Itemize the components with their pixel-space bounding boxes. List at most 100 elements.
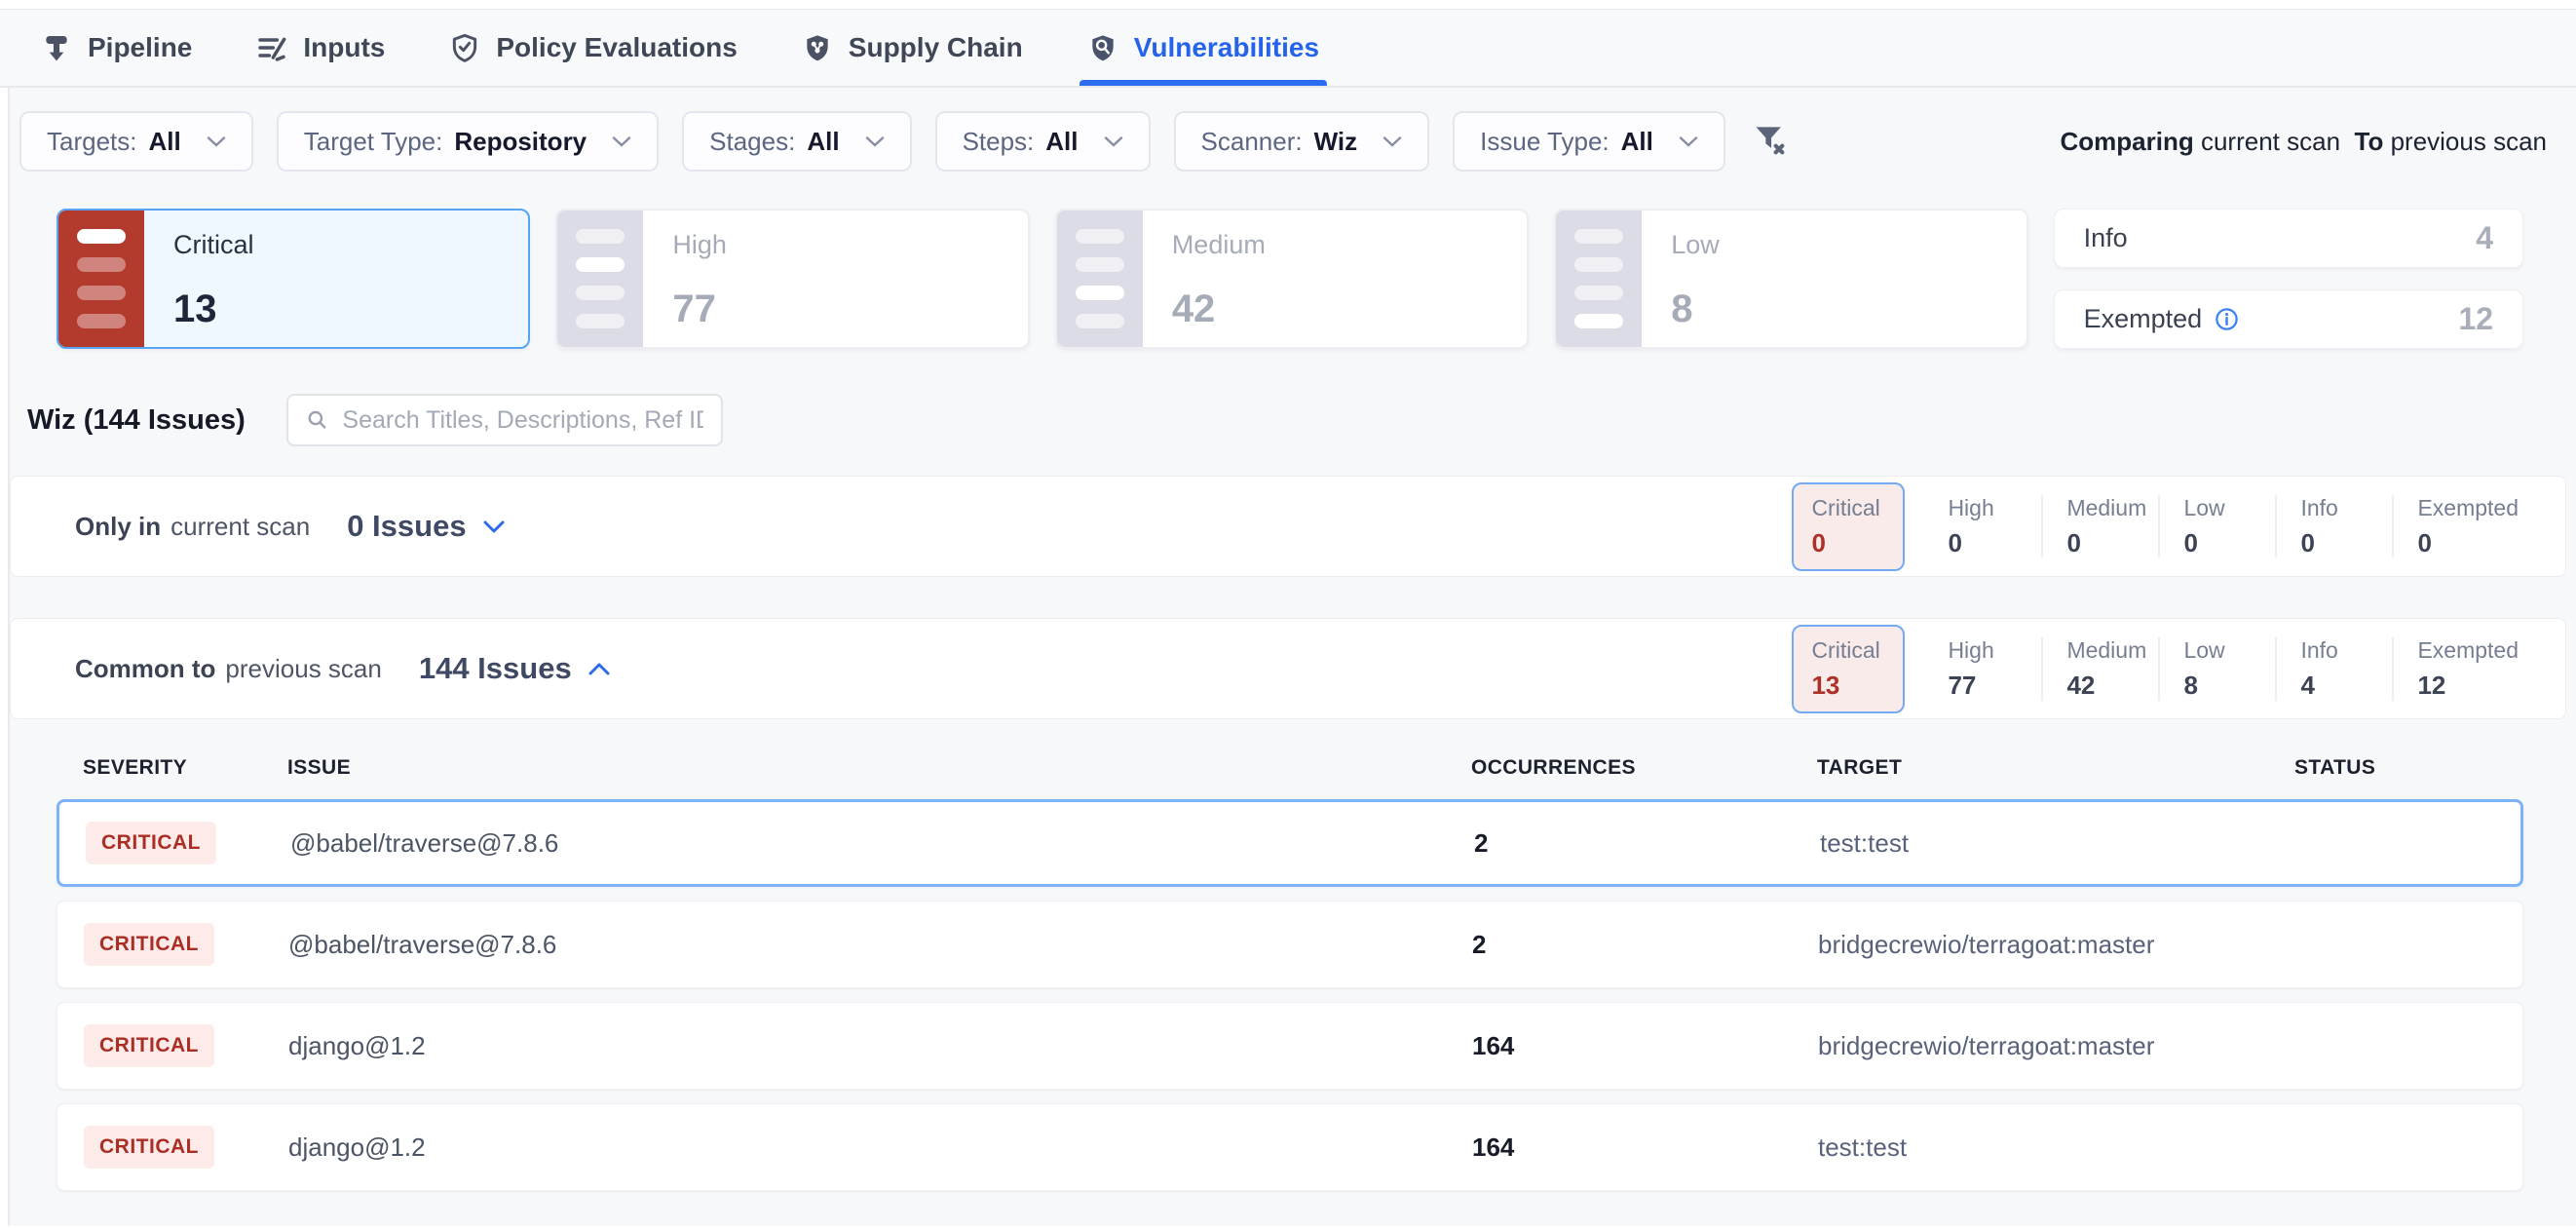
issue-name: django@1.2 <box>288 1132 1472 1163</box>
chevron-up-icon <box>587 662 611 676</box>
severity-chips: Critical 0 High 0 Medium 0 Low 0 Info 0 … <box>1792 482 2519 571</box>
exempted-card[interactable]: Exempted 12 <box>2054 289 2523 349</box>
target-value: bridgecrewio/terragoat:master <box>1818 1031 2295 1061</box>
tab-inputs[interactable]: Inputs <box>256 10 385 86</box>
chip-count: 13 <box>1811 671 1885 701</box>
chip-critical[interactable]: Critical 13 <box>1792 625 1905 713</box>
severity-meter-icon <box>557 211 643 347</box>
severity-card-count: 8 <box>1671 288 1720 331</box>
filter-value: Wiz <box>1314 127 1358 157</box>
tab-label: Inputs <box>303 32 385 63</box>
chip-exempted[interactable]: Exempted 12 <box>2392 637 2519 701</box>
column-target: TARGET <box>1817 756 2294 780</box>
chip-count: 0 <box>2066 528 2158 558</box>
supply-chain-shield-icon <box>802 32 833 63</box>
column-issue: ISSUE <box>287 756 1471 780</box>
table-row[interactable]: CRITICAL @babel/traverse@7.8.6 2 test:te… <box>57 799 2523 887</box>
tab-policy-evaluations[interactable]: Policy Evaluations <box>449 10 737 86</box>
filter-label: Steps: <box>963 127 1035 157</box>
chip-label: Info <box>2300 495 2392 521</box>
severity-card-label: High <box>672 230 727 260</box>
exempted-card-count: 12 <box>2458 301 2493 337</box>
chip-count: 0 <box>1811 528 1885 558</box>
filter-scanner[interactable]: Scanner: Wiz <box>1174 111 1430 172</box>
vulnerabilities-shield-search-icon <box>1087 32 1118 63</box>
severity-badge: CRITICAL <box>84 923 214 966</box>
chip-count: 0 <box>2183 528 2275 558</box>
chip-high[interactable]: High 77 <box>1924 637 2041 701</box>
chip-high[interactable]: High 0 <box>1924 495 2041 558</box>
chip-count: 77 <box>1948 671 2041 701</box>
chip-exempted[interactable]: Exempted 0 <box>2392 495 2519 558</box>
chevron-down-icon <box>1679 135 1698 147</box>
chevron-down-icon <box>207 135 226 147</box>
chip-info[interactable]: Info 4 <box>2275 637 2392 701</box>
search-input[interactable] <box>342 406 702 435</box>
filter-label: Targets: <box>47 127 137 157</box>
severity-meter-icon <box>1057 211 1143 347</box>
severity-card-high[interactable]: High 77 <box>555 209 1029 349</box>
info-icon[interactable] <box>2214 306 2240 332</box>
filter-value: Repository <box>454 127 587 157</box>
severity-card-label: Critical <box>173 230 254 260</box>
tab-bar: Pipeline Inputs Policy Evaluations Suppl… <box>0 10 2576 88</box>
tab-pipeline[interactable]: Pipeline <box>41 10 192 86</box>
severity-card-count: 42 <box>1172 288 1266 331</box>
chip-label: Low <box>2183 495 2275 521</box>
chip-count: 8 <box>2183 671 2275 701</box>
severity-card-critical[interactable]: Critical 13 <box>57 209 530 349</box>
filter-label: Stages: <box>709 127 795 157</box>
issue-name: @babel/traverse@7.8.6 <box>288 930 1472 960</box>
exempted-card-label: Exempted <box>2084 304 2203 334</box>
section-issues-toggle[interactable]: 0 Issues <box>347 509 505 544</box>
column-severity: SEVERITY <box>83 756 287 780</box>
severity-card-label: Medium <box>1172 230 1266 260</box>
tab-label: Policy Evaluations <box>496 32 737 63</box>
severity-card-low[interactable]: Low 8 <box>1554 209 2027 349</box>
chip-label: Critical <box>1811 637 1885 664</box>
severity-meter-icon <box>1556 211 1642 347</box>
chip-low[interactable]: Low 8 <box>2158 637 2275 701</box>
occurrences-value: 2 <box>1474 828 1820 859</box>
section-issues-toggle[interactable]: 144 Issues <box>419 651 611 686</box>
table-row[interactable]: CRITICAL django@1.2 164 bridgecrewio/ter… <box>57 1002 2523 1090</box>
pipeline-icon <box>41 32 72 63</box>
filter-target-type[interactable]: Target Type: Repository <box>277 111 659 172</box>
filter-issue-type[interactable]: Issue Type: All <box>1453 111 1725 172</box>
tab-supply-chain[interactable]: Supply Chain <box>802 10 1023 86</box>
chip-label: Low <box>2183 637 2275 664</box>
filter-label: Target Type: <box>304 127 443 157</box>
comparison-caption: Comparing current scan To previous scan <box>2061 127 2548 157</box>
severity-chips: Critical 13 High 77 Medium 42 Low 8 Info… <box>1792 625 2519 713</box>
chip-medium[interactable]: Medium 42 <box>2041 637 2158 701</box>
tab-vulnerabilities[interactable]: Vulnerabilities <box>1087 10 1319 86</box>
table-row[interactable]: CRITICAL @babel/traverse@7.8.6 2 bridgec… <box>57 901 2523 988</box>
clear-filters-icon[interactable] <box>1751 121 1788 163</box>
chip-critical[interactable]: Critical 0 <box>1792 482 1905 571</box>
occurrences-value: 2 <box>1472 930 1818 960</box>
chip-info[interactable]: Info 0 <box>2275 495 2392 558</box>
table-row[interactable]: CRITICAL django@1.2 164 test:test <box>57 1103 2523 1191</box>
common-to-previous-scan-section: Common to previous scan 144 Issues Criti… <box>10 618 2566 719</box>
filter-steps[interactable]: Steps: All <box>935 111 1151 172</box>
occurrences-value: 164 <box>1472 1132 1818 1163</box>
info-card[interactable]: Info 4 <box>2054 209 2523 268</box>
occurrences-value: 164 <box>1472 1031 1818 1061</box>
severity-badge: CRITICAL <box>84 1126 214 1169</box>
severity-card-medium[interactable]: Medium 42 <box>1055 209 1529 349</box>
chip-label: Exempted <box>2417 495 2519 521</box>
issue-search-box[interactable] <box>286 394 723 446</box>
chevron-down-icon <box>865 135 885 147</box>
filter-targets[interactable]: Targets: All <box>19 111 253 172</box>
chip-count: 12 <box>2417 671 2519 701</box>
severity-badge: CRITICAL <box>86 822 216 864</box>
chip-medium[interactable]: Medium 0 <box>2041 495 2158 558</box>
chip-count: 42 <box>2066 671 2158 701</box>
table-header: SEVERITY ISSUE OCCURRENCES TARGET STATUS <box>57 719 2523 799</box>
window-top-strip <box>0 0 2576 10</box>
section-issues-count: 144 Issues <box>419 651 572 686</box>
filter-stages[interactable]: Stages: All <box>682 111 911 172</box>
section-prefix: Common to <box>75 654 215 684</box>
chip-count: 0 <box>1948 528 2041 558</box>
chip-low[interactable]: Low 0 <box>2158 495 2275 558</box>
